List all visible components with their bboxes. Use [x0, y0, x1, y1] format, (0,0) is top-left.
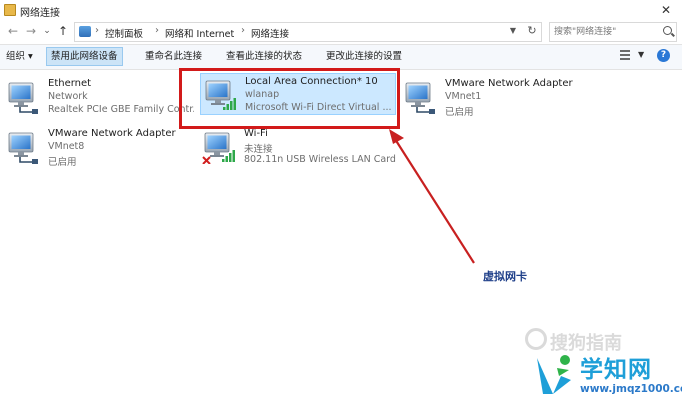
site-logo-icon: [537, 355, 571, 394]
watermark-site: 学知网: [580, 357, 652, 383]
sogou-logo-icon: [525, 328, 547, 350]
watermark-url: www.jmqz1000.com: [580, 383, 682, 395]
annotation-label: 虚拟网卡: [483, 270, 527, 283]
